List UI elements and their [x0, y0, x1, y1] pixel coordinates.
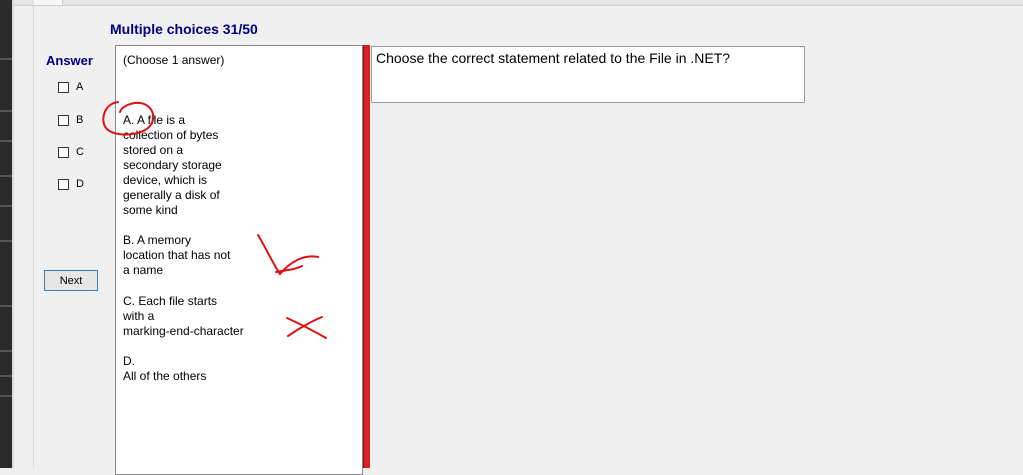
checkbox-label: B [76, 114, 84, 126]
checkbox-label: C [76, 146, 84, 158]
answer-checkbox-c[interactable]: C [58, 146, 84, 158]
checkbox-label: A [76, 81, 84, 93]
checkbox-box[interactable] [58, 146, 69, 158]
choice-d-text: D. All of the others [123, 354, 207, 383]
window-edge [12, 0, 14, 468]
question-box: Choose the correct statement related to … [371, 46, 805, 103]
answer-checkbox-a[interactable]: A [58, 81, 83, 93]
answer-label: Answer [46, 53, 93, 68]
form-edge [33, 5, 34, 468]
tab-strip [14, 0, 1023, 6]
choice-c-text: C. Each file starts with a marking-end-c… [123, 294, 244, 338]
checkbox-box[interactable] [58, 81, 69, 93]
answer-checkbox-d[interactable]: D [58, 178, 84, 190]
checkbox-label: D [76, 178, 84, 190]
question-text: Choose the correct statement related to … [376, 50, 731, 66]
instruction-text: (Choose 1 answer) [123, 53, 225, 67]
page-title: Multiple choices 31/50 [110, 21, 258, 37]
checkbox-box[interactable] [58, 178, 69, 190]
panel-splitter[interactable] [363, 45, 370, 468]
background-window-strip [0, 0, 12, 468]
checkbox-box[interactable] [58, 114, 69, 126]
next-button[interactable]: Next [44, 270, 98, 291]
answer-choices-panel: (Choose 1 answer) A. A file is a collect… [115, 45, 363, 475]
tab-item[interactable] [34, 0, 63, 5]
choice-a-text: A. A file is a collection of bytes store… [123, 113, 222, 217]
answer-checkbox-b[interactable]: B [58, 114, 83, 126]
choice-b-text: B. A memory location that has not a name [123, 233, 231, 277]
